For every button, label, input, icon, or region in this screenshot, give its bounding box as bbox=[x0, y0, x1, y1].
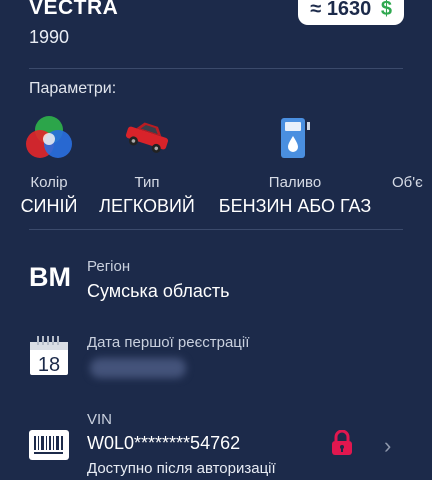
vin-auth-note: Доступно після авторизації bbox=[87, 460, 276, 477]
divider bbox=[29, 68, 403, 69]
registration-label: Дата першої реєстрації bbox=[87, 334, 250, 351]
param-color[interactable]: Колір СИНІЙ bbox=[18, 110, 80, 217]
chevron-right-icon[interactable]: › bbox=[384, 433, 391, 459]
lock-icon[interactable] bbox=[331, 429, 353, 461]
price-badge[interactable]: ≈ 1630 $ bbox=[298, 0, 404, 25]
calendar-icon: 18 bbox=[29, 334, 69, 381]
calendar-day: 18 bbox=[38, 354, 60, 376]
color-wheel-icon bbox=[18, 110, 80, 166]
car-year: 1990 bbox=[29, 27, 70, 47]
divider bbox=[29, 229, 403, 230]
price-value: 1630 bbox=[326, 0, 372, 20]
vin-label: VIN bbox=[87, 411, 113, 428]
barcode-icon bbox=[29, 430, 69, 465]
registration-date-hidden bbox=[90, 358, 186, 378]
car-model: VECTRA bbox=[29, 0, 119, 19]
param-value: ЛЕГКОВИЙ bbox=[99, 196, 195, 216]
param-fuel[interactable]: Паливо БЕНЗИН АБО ГАЗ bbox=[216, 110, 374, 217]
red-car-icon bbox=[96, 110, 198, 166]
price-currency: $ bbox=[380, 0, 392, 20]
param-label: Об'є bbox=[392, 174, 423, 191]
price-approx-sign: ≈ bbox=[310, 0, 322, 20]
region-value: Сумська область bbox=[87, 281, 230, 301]
param-value: СИНІЙ bbox=[20, 196, 78, 216]
param-label: Колір bbox=[30, 174, 68, 191]
param-label: Тип bbox=[134, 174, 160, 191]
param-value: БЕНЗИН АБО ГАЗ bbox=[218, 196, 372, 216]
vin-value: W0L0********54762 bbox=[87, 433, 241, 453]
volume-icon bbox=[392, 110, 432, 166]
fuel-pump-icon bbox=[216, 110, 374, 166]
param-label: Паливо bbox=[268, 174, 322, 191]
region-code: ВМ bbox=[29, 262, 71, 292]
region-label: Регіон bbox=[87, 258, 131, 275]
param-volume[interactable]: Об'є bbox=[392, 110, 432, 191]
param-type[interactable]: Тип ЛЕГКОВИЙ bbox=[96, 110, 198, 217]
params-title: Параметри: bbox=[29, 80, 117, 97]
